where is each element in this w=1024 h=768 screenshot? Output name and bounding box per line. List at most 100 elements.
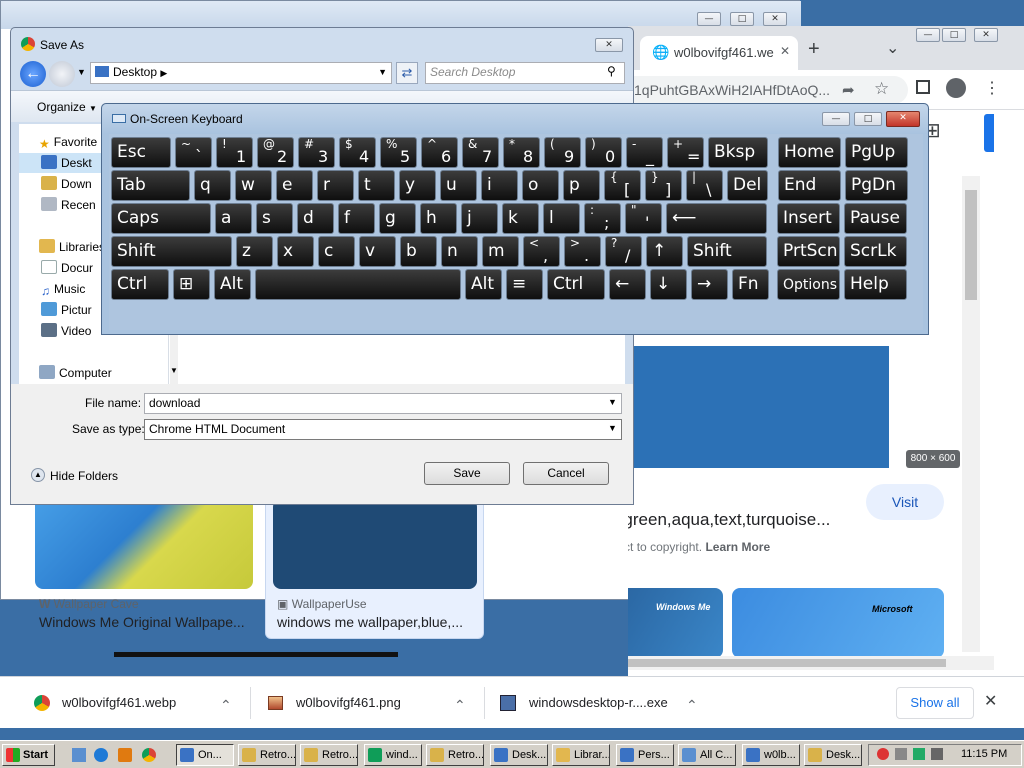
key-;[interactable]: :; xyxy=(584,203,621,234)
key-pause[interactable]: Pause xyxy=(844,203,907,234)
download-item-3[interactable]: windowsdesktop-r....exe ⌃ xyxy=(500,677,710,729)
address-bar[interactable]: 1qPuhtGBAxWiH2IAHfDtAoQ... xyxy=(628,76,908,104)
key-h[interactable]: h xyxy=(420,203,457,234)
new-tab-button[interactable]: + xyxy=(808,38,820,61)
nav-downloads[interactable]: Down xyxy=(41,174,92,194)
key-prtscn[interactable]: PrtScn xyxy=(777,236,840,267)
key-9[interactable]: (9 xyxy=(544,137,581,168)
taskbar-button[interactable]: Retro... xyxy=(426,744,484,766)
key-backslash[interactable]: | \ xyxy=(686,170,723,201)
taskbar-button[interactable]: Desk... xyxy=(490,744,548,766)
start-button[interactable]: Start xyxy=(2,744,55,766)
key-shift[interactable]: Shift xyxy=(687,236,767,267)
learn-more-link[interactable]: Learn More xyxy=(705,540,770,554)
nav-videos[interactable]: Video xyxy=(41,321,91,341)
osk-close-button[interactable]: ✕ xyxy=(886,111,920,127)
key-symbol[interactable]: ≡ xyxy=(506,269,543,300)
taskbar-button[interactable]: wind... xyxy=(364,744,422,766)
taskbar-button[interactable]: w0lb... xyxy=(742,744,800,766)
key-_[interactable]: - _ xyxy=(626,137,663,168)
nav-computer[interactable]: Computer xyxy=(39,363,112,383)
key-symbol[interactable]: ↑ xyxy=(646,236,683,267)
key-j[interactable]: j xyxy=(461,203,498,234)
key-fn[interactable]: Fn xyxy=(732,269,769,300)
close-button[interactable]: ✕ xyxy=(763,12,787,26)
taskbar-button[interactable]: Retro... xyxy=(238,744,296,766)
hide-folders-chevron-icon[interactable]: ▲ xyxy=(31,468,45,482)
filename-dropdown-icon[interactable]: ▼ xyxy=(608,397,617,407)
close-downloads-icon[interactable]: ✕ xyxy=(984,691,997,711)
horizontal-scroll-thumb[interactable] xyxy=(628,659,946,667)
key-,[interactable]: <, xyxy=(523,236,560,267)
key-symbol[interactable]: ⟵ xyxy=(666,203,767,234)
vertical-scrollbar[interactable] xyxy=(962,176,980,652)
type-dropdown-icon[interactable]: ▼ xyxy=(608,423,617,433)
key-`[interactable]: ~ ` xyxy=(175,137,212,168)
side-panel-icon[interactable] xyxy=(916,80,930,94)
key-scrlk[interactable]: ScrLk xyxy=(844,236,907,267)
key-4[interactable]: $4 xyxy=(339,137,376,168)
key-1[interactable]: ! 1 xyxy=(216,137,253,168)
key-y[interactable]: y xyxy=(399,170,436,201)
key-q[interactable]: q xyxy=(194,170,231,201)
key-7[interactable]: & 7 xyxy=(462,137,499,168)
chrome-menu-icon[interactable]: ⋮ xyxy=(984,78,1000,98)
key-symbol[interactable]: ↓ xyxy=(650,269,687,300)
nav-libraries[interactable]: Libraries xyxy=(39,237,105,257)
tab-search-icon[interactable]: ⌄ xyxy=(886,38,899,58)
key-pgdn[interactable]: PgDn xyxy=(845,170,908,201)
key-e[interactable]: e xyxy=(276,170,313,201)
key-2[interactable]: @2 xyxy=(257,137,294,168)
key-t[interactable]: t xyxy=(358,170,395,201)
dialog-close-button[interactable]: ✕ xyxy=(595,38,623,52)
key-space[interactable] xyxy=(255,269,461,300)
key-r[interactable]: r xyxy=(317,170,354,201)
taskbar-button[interactable]: All C... xyxy=(678,744,736,766)
organize-button[interactable]: Organize ▼ xyxy=(37,100,97,114)
osk-maximize-button[interactable]: □ xyxy=(854,112,882,126)
maximize-button[interactable]: □ xyxy=(730,12,754,26)
refresh-icon[interactable]: ⇄ xyxy=(396,62,418,84)
download-item-1[interactable]: w0lbovifgf461.webp ⌃ xyxy=(32,677,242,729)
nav-documents[interactable]: Docur xyxy=(41,258,93,278)
download-item-2[interactable]: w0lbovifgf461.png ⌃ xyxy=(266,677,476,729)
osk-minimize-button[interactable]: — xyxy=(822,112,850,126)
chevron-up-icon[interactable]: ⌃ xyxy=(220,679,232,731)
key-esc[interactable]: Esc xyxy=(111,137,171,168)
key-symbol[interactable]: ← xyxy=(609,269,646,300)
key-n[interactable]: n xyxy=(441,236,478,267)
chrome-icon[interactable] xyxy=(142,748,156,762)
key-6[interactable]: ^ 6 xyxy=(421,137,458,168)
tray-keyboard-icon[interactable] xyxy=(895,748,907,760)
key-x[interactable]: x xyxy=(277,236,314,267)
key-g[interactable]: g xyxy=(379,203,416,234)
key-d[interactable]: d xyxy=(297,203,334,234)
tray-volume-icon[interactable] xyxy=(931,748,943,760)
nav-pictures[interactable]: Pictur xyxy=(41,300,92,320)
thumb-title-2[interactable]: windows me wallpaper,blue,... xyxy=(277,614,463,630)
profile-avatar-icon[interactable] xyxy=(946,78,966,98)
ie-icon[interactable] xyxy=(94,748,108,762)
key-m[interactable]: m xyxy=(482,236,519,267)
key-options[interactable]: Options xyxy=(777,269,840,300)
visit-button[interactable]: Visit xyxy=(866,484,944,520)
chrome-close-button[interactable]: ✕ xyxy=(974,28,998,42)
tray-search-icon[interactable] xyxy=(877,748,889,760)
horizontal-scrollbar[interactable] xyxy=(628,656,994,670)
key-ctrl[interactable]: Ctrl xyxy=(547,269,605,300)
taskbar-button[interactable]: Librar... xyxy=(552,744,610,766)
key-v[interactable]: v xyxy=(359,236,396,267)
key-bksp[interactable]: Bksp xyxy=(708,137,768,168)
related-thumbnail-1[interactable]: Windows Me xyxy=(628,588,723,658)
key-f[interactable]: f xyxy=(338,203,375,234)
back-arrow-icon[interactable]: ← xyxy=(20,61,46,87)
taskbar-button[interactable]: Pers... xyxy=(616,744,674,766)
key-s[interactable]: s xyxy=(256,203,293,234)
show-all-button[interactable]: Show all xyxy=(896,687,974,719)
vertical-scroll-thumb[interactable] xyxy=(965,190,977,300)
key-u[interactable]: u xyxy=(440,170,477,201)
save-button[interactable]: Save xyxy=(424,462,510,485)
key-p[interactable]: p xyxy=(563,170,600,201)
location-breadcrumb[interactable]: Desktop ▶ ▼ xyxy=(90,62,392,84)
key-][interactable]: }] xyxy=(645,170,682,201)
